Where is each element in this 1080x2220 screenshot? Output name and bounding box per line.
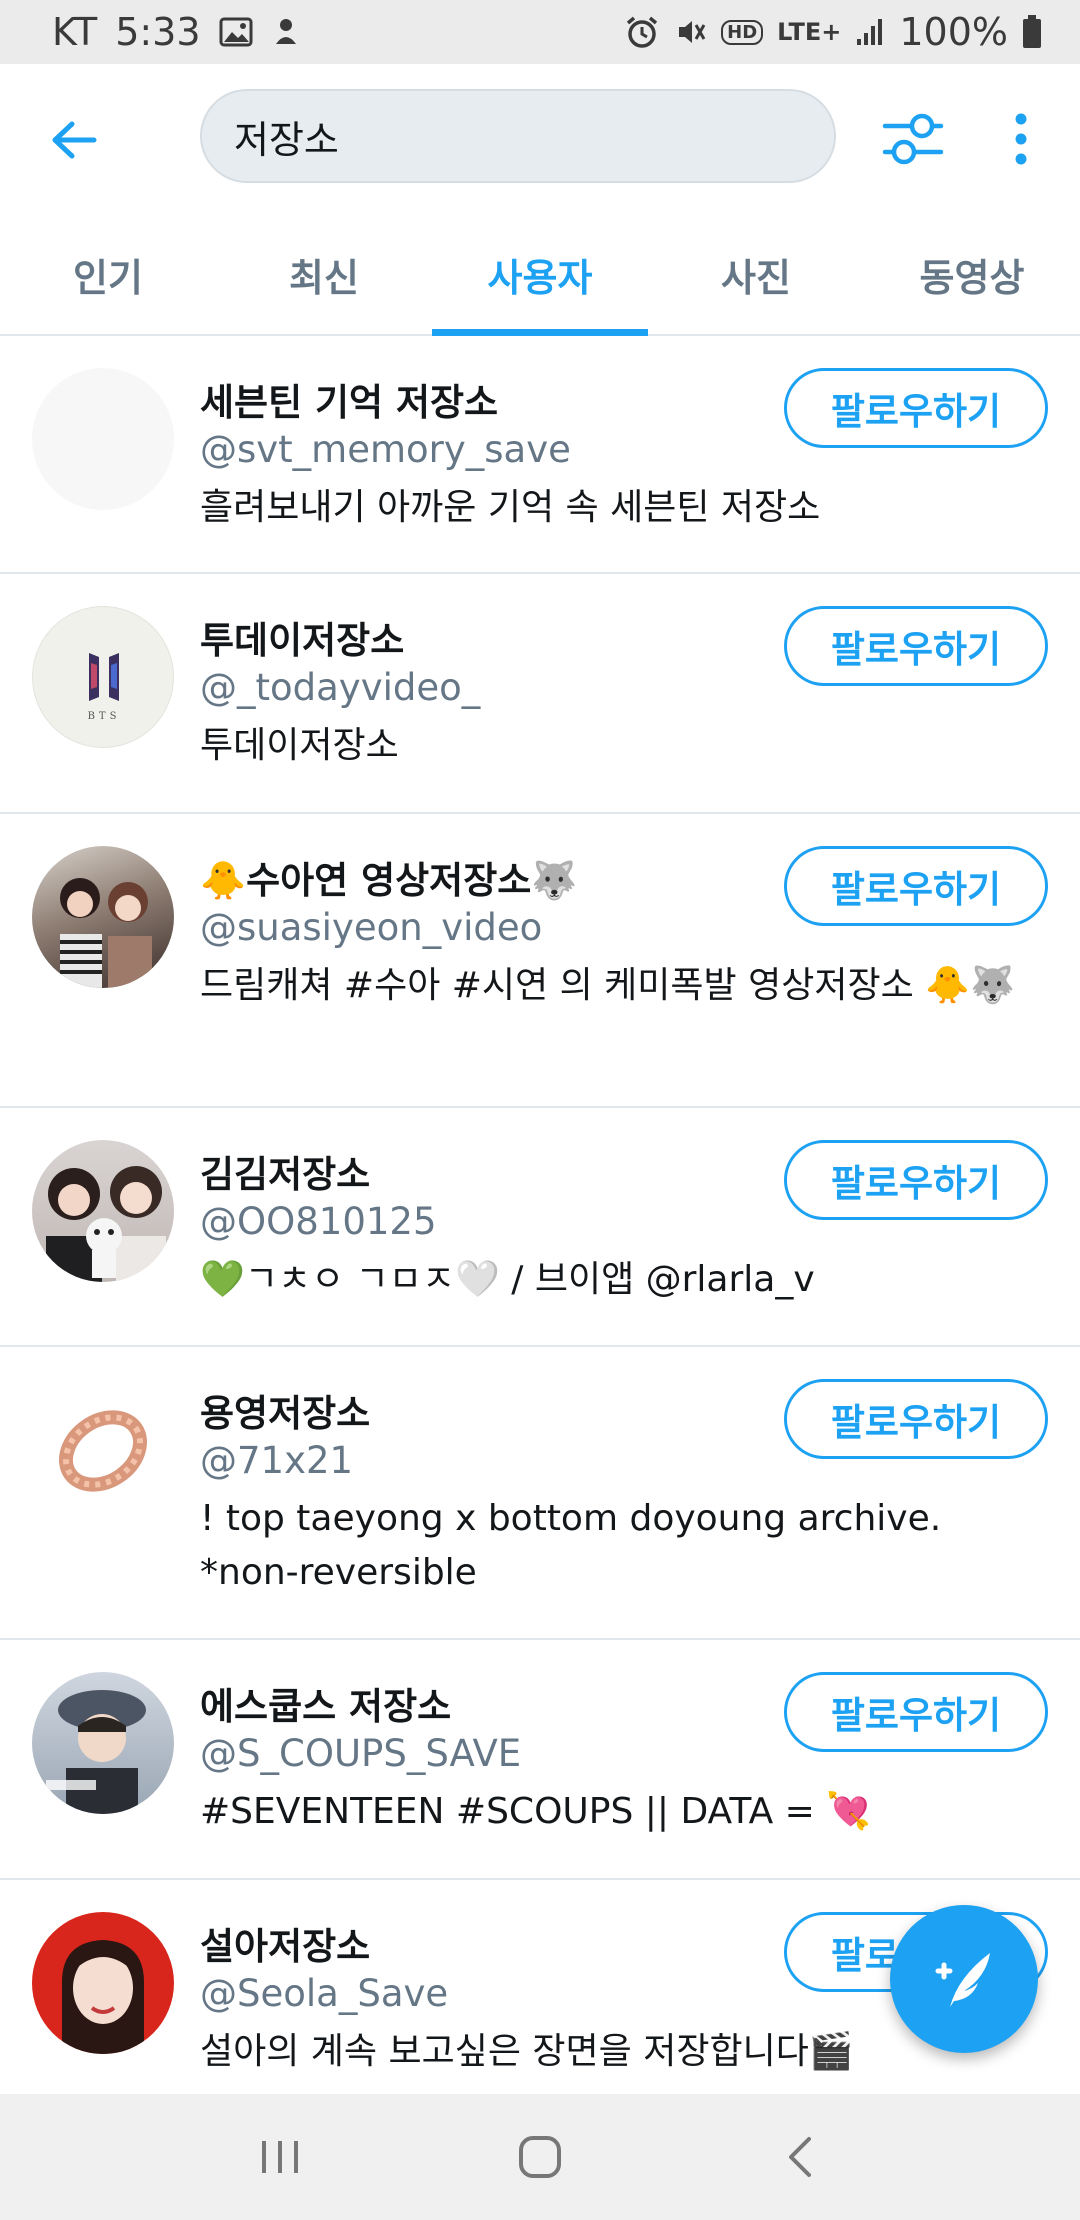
recents-icon (262, 2141, 298, 2173)
user-bio: #SEVENTEEN #SCOUPS || DATA = 💘 (200, 1791, 872, 1832)
search-input[interactable]: 저장소 (200, 89, 836, 183)
arrow-left-icon (52, 121, 97, 159)
follow-button[interactable]: 팔로우하기 (784, 846, 1048, 926)
avatar[interactable] (32, 1912, 174, 2054)
alarm-icon (625, 15, 659, 49)
user-display-name: 🐥수아연 영상저장소🐺 (200, 859, 578, 902)
back-button[interactable] (44, 110, 104, 170)
tab-videos[interactable]: 동영상 (864, 214, 1080, 334)
user-display-name: 설아저장소 (200, 1925, 371, 1968)
follow-button[interactable]: 팔로우하기 (784, 1672, 1048, 1752)
lte-label: LTE+ (777, 18, 842, 46)
user-handle: @71x21 (200, 1439, 354, 1482)
follow-button[interactable]: 팔로우하기 (784, 1379, 1048, 1459)
user-bio: 흘려보내기 아까운 기억 속 세븐틴 저장소 (200, 487, 821, 528)
user-row[interactable]: 김김저장소 @OO810125 💚ㄱㅊㅇ ㄱㅁㅈ🤍 / 브이앱 @rlarla_… (0, 1108, 1080, 1347)
user-bio: ! top taeyong x bottom doyoung archive. … (200, 1498, 942, 1593)
user-display-name: 김김저장소 (200, 1153, 371, 1196)
search-filter-button[interactable] (878, 104, 948, 174)
compose-tweet-button[interactable] (890, 1905, 1038, 2053)
compose-feather-icon (935, 1953, 990, 2007)
user-handle: @OO810125 (200, 1200, 437, 1243)
ring-icon (58, 1410, 148, 1492)
svg-text:BTS: BTS (88, 711, 121, 722)
user-handle: @suasiyeon_video (200, 906, 543, 949)
vertical-dots-icon (1015, 113, 1027, 165)
search-tabs: 인기 최신 사용자 사진 동영상 (0, 214, 1080, 336)
user-display-name: 용영저장소 (200, 1392, 371, 1435)
avatar[interactable] (32, 846, 174, 988)
nav-back-icon (789, 2137, 811, 2177)
status-bar: KT 5:33 HD LTE+ 100% (0, 0, 1080, 64)
avatar[interactable] (32, 368, 174, 510)
avatar[interactable] (32, 1379, 174, 1521)
carrier-label: KT (52, 10, 98, 54)
signal-icon (855, 17, 885, 47)
app-notification-icon (271, 16, 301, 48)
follow-button[interactable]: 팔로우하기 (784, 606, 1048, 686)
user-handle: @_todayvideo_ (200, 666, 481, 709)
follow-button[interactable]: 팔로우하기 (784, 1140, 1048, 1220)
home-icon (519, 2136, 561, 2178)
user-handle: @S_COUPS_SAVE (200, 1732, 522, 1775)
user-bio: 설아의 계속 보고싶은 장면을 저장합니다🎬 (200, 2031, 854, 2072)
user-handle: @Seola_Save (200, 1972, 449, 2015)
clock: 5:33 (115, 10, 201, 54)
hd-voice-icon: HD (721, 19, 764, 45)
tab-latest[interactable]: 최신 (216, 214, 432, 334)
user-results-list: 세븐틴 기억 저장소 @svt_memory_save 흘려보내기 아까운 기억… (0, 336, 1080, 2094)
user-row[interactable]: 🐥수아연 영상저장소🐺 @suasiyeon_video 드림캐쳐 #수아 #시… (0, 814, 1080, 1108)
user-display-name: 세븐틴 기억 저장소 (200, 381, 499, 424)
user-row[interactable]: 세븐틴 기억 저장소 @svt_memory_save 흘려보내기 아까운 기억… (0, 336, 1080, 574)
tab-photos[interactable]: 사진 (648, 214, 864, 334)
user-row[interactable]: 에스쿱스 저장소 @S_COUPS_SAVE #SEVENTEEN #SCOUP… (0, 1640, 1080, 1880)
user-row[interactable]: BTS 투데이저장소 @_todayvideo_ 투데이저장소 팔로우하기 (0, 574, 1080, 814)
avatar[interactable] (32, 1672, 174, 1814)
tab-people[interactable]: 사용자 (432, 214, 648, 336)
search-query-text: 저장소 (234, 117, 339, 162)
gallery-notification-icon (219, 17, 253, 47)
search-header: 저장소 (0, 64, 1080, 214)
user-bio: 투데이저장소 (200, 725, 399, 766)
more-options-button[interactable] (996, 104, 1046, 174)
user-handle: @svt_memory_save (200, 428, 571, 471)
battery-percent: 100% (899, 10, 1008, 54)
vibrate-mute-icon (673, 15, 707, 49)
sliders-icon (882, 113, 944, 165)
home-button[interactable] (495, 2112, 585, 2202)
recents-button[interactable] (235, 2112, 325, 2202)
system-navigation-bar (0, 2094, 1080, 2220)
follow-button[interactable]: 팔로우하기 (784, 368, 1048, 448)
battery-icon (1022, 15, 1042, 49)
user-bio: 💚ㄱㅊㅇ ㄱㅁㅈ🤍 / 브이앱 @rlarla_v (200, 1259, 815, 1300)
user-row[interactable]: 용영저장소 @71x21 ! top taeyong x bottom doyo… (0, 1347, 1080, 1640)
avatar[interactable] (32, 1140, 174, 1282)
user-display-name: 투데이저장소 (200, 619, 405, 662)
user-display-name: 에스쿱스 저장소 (200, 1685, 452, 1728)
user-bio: 드림캐쳐 #수아 #시연 의 케미폭발 영상저장소 🐥🐺 (200, 965, 1015, 1006)
tab-top[interactable]: 인기 (0, 214, 216, 334)
bts-logo-icon: BTS (88, 653, 121, 722)
avatar[interactable]: BTS (32, 606, 174, 748)
system-back-button[interactable] (755, 2112, 845, 2202)
